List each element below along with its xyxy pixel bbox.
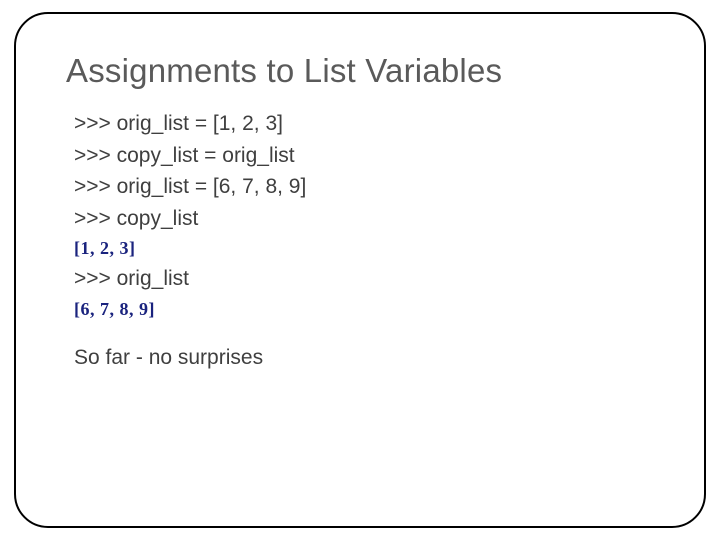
code-line: >>> copy_list = orig_list	[74, 140, 654, 172]
slide-title: Assignments to List Variables	[66, 52, 654, 90]
code-line: >>> orig_list = [1, 2, 3]	[74, 108, 654, 140]
slide-frame: Assignments to List Variables >>> orig_l…	[14, 12, 706, 528]
footer-note: So far - no surprises	[74, 346, 654, 370]
code-line: >>> orig_list = [6, 7, 8, 9]	[74, 171, 654, 203]
output-line: [6, 7, 8, 9]	[74, 299, 654, 320]
code-line: >>> copy_list	[74, 203, 654, 235]
code-line: >>> orig_list	[74, 263, 654, 295]
output-line: [1, 2, 3]	[74, 238, 654, 259]
